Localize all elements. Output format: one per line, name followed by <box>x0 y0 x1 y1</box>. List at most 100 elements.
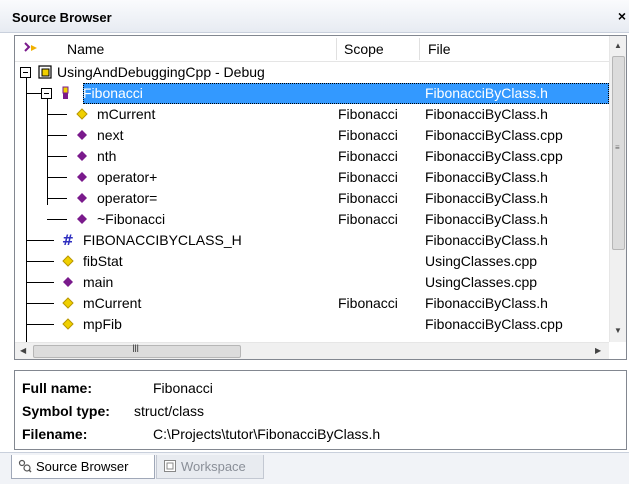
symbol-file: FibonacciByClass.h <box>425 211 548 227</box>
symbol-file: FibonacciByClass.h <box>425 85 548 101</box>
symbol-list: UsingAndDebuggingCpp - Debug Fibonacci Fib… <box>15 62 609 342</box>
tree-row[interactable]: mCurrent Fibonacci FibonacciByClass.h <box>15 104 609 125</box>
symbol-file: FibonacciByClass.h <box>425 190 548 206</box>
symbol-scope: Fibonacci <box>338 169 398 185</box>
close-icon[interactable]: × <box>618 8 626 24</box>
symbol-file: FibonacciByClass.h <box>425 106 548 122</box>
tab-source-browser-label: Source Browser <box>36 459 129 474</box>
tree-row[interactable]: Fibonacci FibonacciByClass.h <box>15 83 609 104</box>
filename-value: C:\Projects\tutor\FibonacciByClass.h <box>153 426 381 442</box>
source-browser-icon <box>18 459 32 473</box>
tree-row[interactable]: mCurrent Fibonacci FibonacciByClass.h <box>15 293 609 314</box>
symbol-name: UsingAndDebuggingCpp - Debug <box>57 64 265 80</box>
tab-workspace-label: Workspace <box>181 459 246 474</box>
tree-row[interactable]: UsingAndDebuggingCpp - Debug <box>15 62 609 83</box>
symbol-name: FIBONACCIBYCLASS_H <box>83 232 242 248</box>
symbol-name: main <box>83 274 114 290</box>
horizontal-scroll-thumb[interactable]: III <box>33 343 241 358</box>
tree-row[interactable]: operator= Fibonacci FibonacciByClass.h <box>15 188 609 209</box>
scroll-up-icon[interactable]: ▲ <box>614 41 622 50</box>
symbol-name: operator= <box>97 190 158 206</box>
symbol-scope: Fibonacci <box>338 190 398 206</box>
symbol-file: FibonacciByClass.cpp <box>425 127 563 143</box>
tree-connector <box>47 198 67 199</box>
tree-connector <box>26 240 54 241</box>
symbol-type-label: Symbol type: <box>22 403 110 419</box>
tree-connector <box>26 282 54 283</box>
tree-connector <box>26 261 54 262</box>
tree-row[interactable]: ~Fibonacci Fibonacci FibonacciByClass.h <box>15 209 609 230</box>
class-icon <box>62 86 69 99</box>
symbol-scope: Fibonacci <box>338 127 398 143</box>
symbol-file: UsingClasses.cpp <box>425 253 538 269</box>
function-icon <box>63 277 73 287</box>
variable-icon <box>62 318 74 330</box>
function-icon <box>77 214 87 224</box>
svg-text:#: # <box>62 233 74 247</box>
filename-label: Filename: <box>22 426 88 442</box>
tree-connector <box>26 303 54 304</box>
function-icon <box>77 151 87 161</box>
grip-label: III <box>132 343 139 355</box>
tree-row[interactable]: operator+ Fibonacci FibonacciByClass.h <box>15 167 609 188</box>
column-scope[interactable]: Scope <box>344 41 384 57</box>
symbol-scope: Fibonacci <box>338 106 398 122</box>
tree-row[interactable]: next Fibonacci FibonacciByClass.cpp <box>15 125 609 146</box>
symbol-file: UsingClasses.cpp <box>425 274 538 290</box>
symbol-scope: Fibonacci <box>338 148 398 164</box>
function-icon <box>77 172 87 182</box>
symbol-name: fibStat <box>83 253 123 269</box>
title-bar: Source Browser × <box>0 0 629 33</box>
symbol-name: Fibonacci <box>83 85 143 101</box>
tree-row[interactable]: fibStat UsingClasses.cpp <box>15 251 609 272</box>
tree-connector <box>47 114 67 115</box>
symbol-file: FibonacciByClass.h <box>425 232 548 248</box>
function-icon <box>77 130 87 140</box>
tree-connector <box>26 324 54 325</box>
tree-row[interactable]: mpFib FibonacciByClass.cpp <box>15 314 609 335</box>
symbol-scope: Fibonacci <box>338 295 398 311</box>
tab-source-browser[interactable]: Source Browser <box>11 455 155 479</box>
macro-icon: # <box>62 233 74 247</box>
symbol-name: mCurrent <box>83 295 142 311</box>
symbol-tree-panel: Name Scope File UsingAndDebuggingCpp - D… <box>14 35 627 360</box>
symbol-details-panel: Full name: Fibonacci Symbol type: struct… <box>14 370 627 450</box>
symbol-name: nth <box>97 148 117 164</box>
tree-row[interactable]: # FIBONACCIBYCLASS_H FibonacciByClass.h <box>15 230 609 251</box>
column-file[interactable]: File <box>428 41 451 57</box>
symbol-type-line: Symbol type: struct/class <box>22 403 204 419</box>
vertical-scrollbar[interactable]: ▲ ≡ ▼ <box>609 36 626 342</box>
symbol-name: mCurrent <box>97 106 156 122</box>
column-divider[interactable] <box>419 38 420 60</box>
window-title: Source Browser <box>12 10 112 25</box>
column-header: Name Scope File <box>15 36 609 62</box>
symbol-name: next <box>97 127 124 143</box>
symbol-file: FibonacciByClass.h <box>425 295 548 311</box>
vertical-scroll-thumb[interactable] <box>612 56 625 250</box>
tree-row[interactable]: nth Fibonacci FibonacciByClass.cpp <box>15 146 609 167</box>
horizontal-scrollbar[interactable]: ◀ III ▶ <box>15 342 609 359</box>
column-name[interactable]: Name <box>67 41 104 57</box>
tab-workspace[interactable]: Workspace <box>156 455 264 479</box>
collapse-icon[interactable] <box>20 67 31 78</box>
full-name-label: Full name: <box>22 380 93 396</box>
variable-icon <box>62 297 74 309</box>
scroll-left-icon[interactable]: ◀ <box>20 346 26 355</box>
tree-row[interactable]: main UsingClasses.cpp <box>15 272 609 293</box>
tree-connector <box>47 156 67 157</box>
tree-connector <box>26 93 41 94</box>
tree-connector <box>47 219 67 220</box>
symbol-file: FibonacciByClass.cpp <box>425 148 563 164</box>
sort-icon[interactable] <box>23 41 39 55</box>
project-icon <box>38 65 52 79</box>
scroll-right-icon[interactable]: ▶ <box>595 346 601 355</box>
symbol-name: mpFib <box>83 316 122 332</box>
symbol-name: operator+ <box>97 169 158 185</box>
column-divider[interactable] <box>336 38 337 60</box>
symbol-file: FibonacciByClass.h <box>425 169 548 185</box>
symbol-type-value: struct/class <box>134 403 205 419</box>
collapse-icon[interactable] <box>41 88 52 99</box>
scroll-down-icon[interactable]: ▼ <box>614 326 622 335</box>
variable-icon <box>76 108 88 120</box>
tab-bar: Source Browser Workspace <box>0 452 629 484</box>
